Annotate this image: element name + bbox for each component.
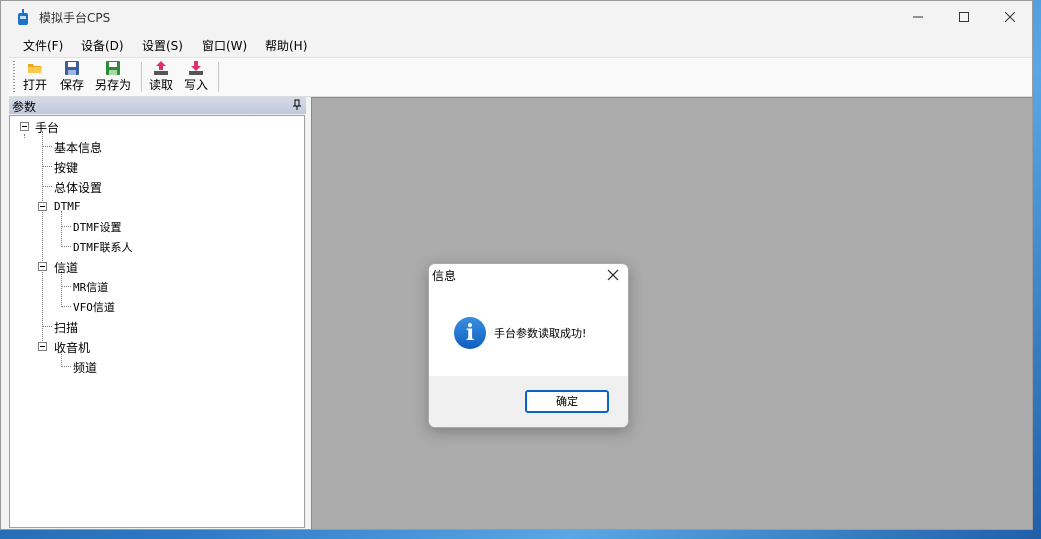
tree-line (61, 366, 71, 367)
read-label: 读取 (148, 78, 173, 92)
tree-line (24, 134, 25, 138)
collapse-icon[interactable] (38, 262, 47, 271)
tree-node-dtmf[interactable]: DTMF (54, 200, 81, 213)
tree-node-general[interactable]: 总体设置 (54, 179, 102, 196)
menu-device[interactable]: 设备(D) (81, 37, 124, 54)
save-as-label: 另存为 (94, 78, 131, 92)
open-button[interactable]: 打开 (20, 60, 50, 94)
folder-open-icon (28, 64, 42, 73)
tree-node-basic-info[interactable]: 基本信息 (54, 139, 102, 156)
dialog-message: 手台参数读取成功! (494, 327, 587, 340)
tree-line (42, 131, 43, 347)
tree-node-vfo-channels[interactable]: VFO信道 (73, 299, 115, 315)
download-icon (189, 61, 203, 75)
panel-title: 参数 (12, 100, 37, 114)
dialog-title: 信息 (432, 269, 457, 283)
tree-line (61, 271, 62, 307)
menu-bar: 文件(F) 设备(D) 设置(S) 窗口(W) 帮助(H) (1, 33, 1032, 57)
tree-line (61, 286, 71, 287)
mdi-workspace (311, 97, 1032, 529)
toolbar-separator (141, 62, 142, 92)
panel-header: 参数 (9, 97, 306, 114)
tree-line (42, 166, 52, 167)
tree-node-frequency[interactable]: 频道 (73, 359, 97, 376)
tree-node-radio[interactable]: 收音机 (54, 339, 90, 356)
tree-line (61, 226, 71, 227)
maximize-button[interactable] (941, 1, 987, 33)
toolbar-grip[interactable] (13, 61, 15, 93)
save-icon (65, 61, 79, 75)
upload-icon (154, 61, 168, 75)
menu-file[interactable]: 文件(F) (23, 37, 63, 54)
main-window: 模拟手台CPS 文件(F) 设备(D) 设置(S) 窗口(W) 帮助(H) 打开 (0, 0, 1033, 530)
save-as-button[interactable]: 另存为 (92, 60, 134, 94)
tree-node-root[interactable]: 手台 (35, 119, 59, 136)
close-button[interactable] (987, 1, 1032, 33)
collapse-icon[interactable] (38, 202, 47, 211)
info-dialog: 信息 i 手台参数读取成功! 确定 (428, 263, 629, 428)
menu-help[interactable]: 帮助(H) (265, 37, 307, 54)
walkie-talkie-icon (18, 9, 28, 25)
menu-settings[interactable]: 设置(S) (142, 37, 183, 54)
tree-node-scan[interactable]: 扫描 (54, 319, 78, 336)
save-label: 保存 (59, 78, 84, 92)
info-icon: i (454, 317, 486, 349)
save-as-icon (106, 61, 120, 75)
title-bar[interactable]: 模拟手台CPS (1, 1, 1032, 33)
collapse-icon[interactable] (20, 122, 29, 131)
maximize-icon (959, 12, 969, 22)
tree-line (61, 246, 71, 247)
tree-node-dtmf-settings[interactable]: DTMF设置 (73, 219, 122, 235)
close-icon (1005, 12, 1015, 22)
menu-window[interactable]: 窗口(W) (202, 37, 247, 54)
write-button[interactable]: 写入 (181, 60, 211, 94)
tree-node-keys[interactable]: 按键 (54, 159, 78, 176)
dialog-footer: 确定 (429, 376, 628, 427)
tree-node-channels[interactable]: 信道 (54, 259, 78, 276)
write-label: 写入 (183, 78, 208, 92)
parameter-tree: 手台 基本信息 按键 总体设置 DTMF DTMF设置 DTMF联系人 信道 M… (9, 115, 305, 528)
minimize-button[interactable] (895, 1, 941, 33)
close-icon[interactable] (604, 266, 622, 284)
ok-button[interactable]: 确定 (525, 390, 609, 413)
save-button[interactable]: 保存 (57, 60, 87, 94)
collapse-icon[interactable] (38, 342, 47, 351)
toolbar-separator (218, 62, 219, 92)
tree-line (42, 186, 52, 187)
tree-line (42, 326, 52, 327)
tree-node-dtmf-contacts[interactable]: DTMF联系人 (73, 239, 133, 255)
tree-line (61, 211, 62, 247)
tree-node-mr-channels[interactable]: MR信道 (73, 279, 108, 295)
pin-icon[interactable] (292, 99, 302, 111)
minimize-icon (913, 16, 923, 18)
tree-line (61, 306, 71, 307)
read-button[interactable]: 读取 (146, 60, 176, 94)
open-label: 打开 (22, 78, 47, 92)
parameter-panel: 参数 手台 基本信息 按键 总体设置 DTMF DTMF设置 DTMF联系人 信… (9, 97, 306, 529)
toolbar: 打开 保存 另存为 读取 写入 (9, 57, 1032, 97)
window-title: 模拟手台CPS (39, 11, 111, 25)
tree-line (42, 146, 52, 147)
